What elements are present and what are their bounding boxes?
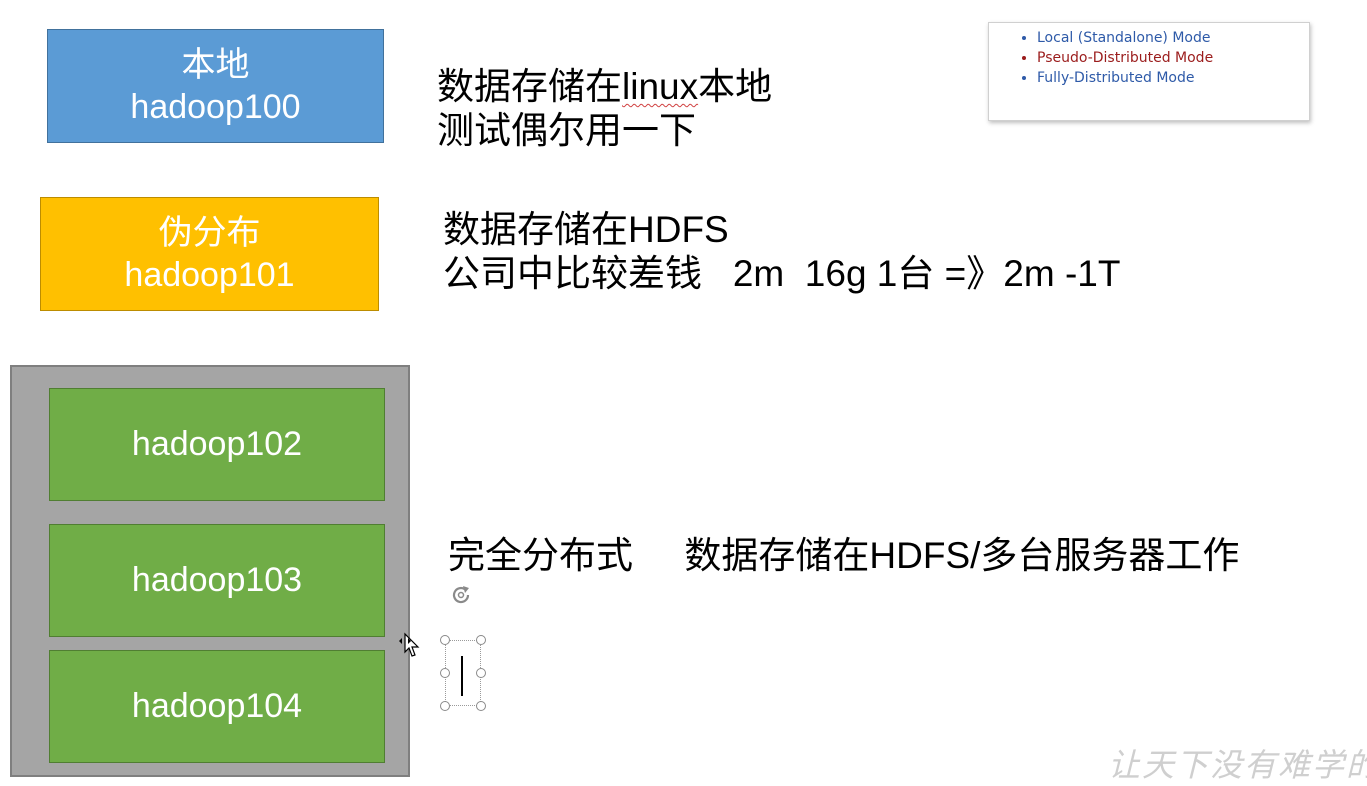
rotate-handle-icon[interactable]	[449, 583, 473, 607]
cluster-node-hadoop104[interactable]: hadoop104	[49, 650, 385, 763]
local-desc-line2: 测试偶尔用一下	[437, 110, 696, 151]
local-desc-prefix: 数据存储在	[437, 66, 622, 107]
local-mode-box[interactable]: 本地 hadoop100	[47, 29, 384, 143]
hadoop-modes-list-box: Local (Standalone) Mode Pseudo-Distribut…	[988, 22, 1310, 121]
pseudo-mode-title: 伪分布	[158, 214, 261, 252]
pseudo-mode-box[interactable]: 伪分布 hadoop101	[40, 197, 379, 311]
cluster-node-hadoop102[interactable]: hadoop102	[49, 388, 385, 501]
fully-distributed-description[interactable]: 完全分布式 数据存储在HDFS/多台服务器工作	[448, 534, 1239, 578]
local-mode-title: 本地	[181, 46, 250, 84]
resize-handle-top-right[interactable]	[476, 635, 486, 645]
resize-handle-bottom-right[interactable]	[476, 701, 486, 711]
move-cursor-icon	[399, 632, 420, 657]
local-desc-suffix: 本地	[698, 66, 773, 107]
pseudo-mode-host: hadoop101	[124, 256, 295, 294]
pseudo-desc-line1: 数据存储在HDFS	[443, 209, 729, 250]
fully-desc-line1: 完全分布式 数据存储在HDFS/多台服务器工作	[448, 535, 1240, 576]
cluster-frame[interactable]: hadoop102 hadoop103 hadoop104	[10, 365, 410, 777]
cluster-node-hadoop103[interactable]: hadoop103	[49, 524, 385, 637]
hadoop-modes-list: Local (Standalone) Mode Pseudo-Distribut…	[989, 28, 1309, 88]
mode-fully-distributed: Fully-Distributed Mode	[1037, 68, 1309, 88]
local-mode-host: hadoop100	[130, 88, 301, 126]
linux-word-spellcheck: linux	[622, 66, 699, 107]
pseudo-desc-line2: 公司中比较差钱 2m 16g 1台 =》2m -1T	[443, 253, 1121, 294]
resize-handle-top-left[interactable]	[440, 635, 450, 645]
resize-handle-middle-right[interactable]	[476, 668, 486, 678]
pseudo-mode-description[interactable]: 数据存储在HDFS 公司中比较差钱 2m 16g 1台 =》2m -1T	[443, 208, 1120, 296]
watermark-text: 让天下没有难学的	[1108, 746, 1367, 784]
resize-handle-bottom-left[interactable]	[440, 701, 450, 711]
mode-local: Local (Standalone) Mode	[1037, 28, 1309, 48]
resize-handle-middle-left[interactable]	[440, 668, 450, 678]
local-mode-description[interactable]: 数据存储在linux本地 测试偶尔用一下	[437, 65, 772, 153]
text-cursor	[461, 656, 463, 696]
mode-pseudo-distributed: Pseudo-Distributed Mode	[1037, 48, 1309, 68]
